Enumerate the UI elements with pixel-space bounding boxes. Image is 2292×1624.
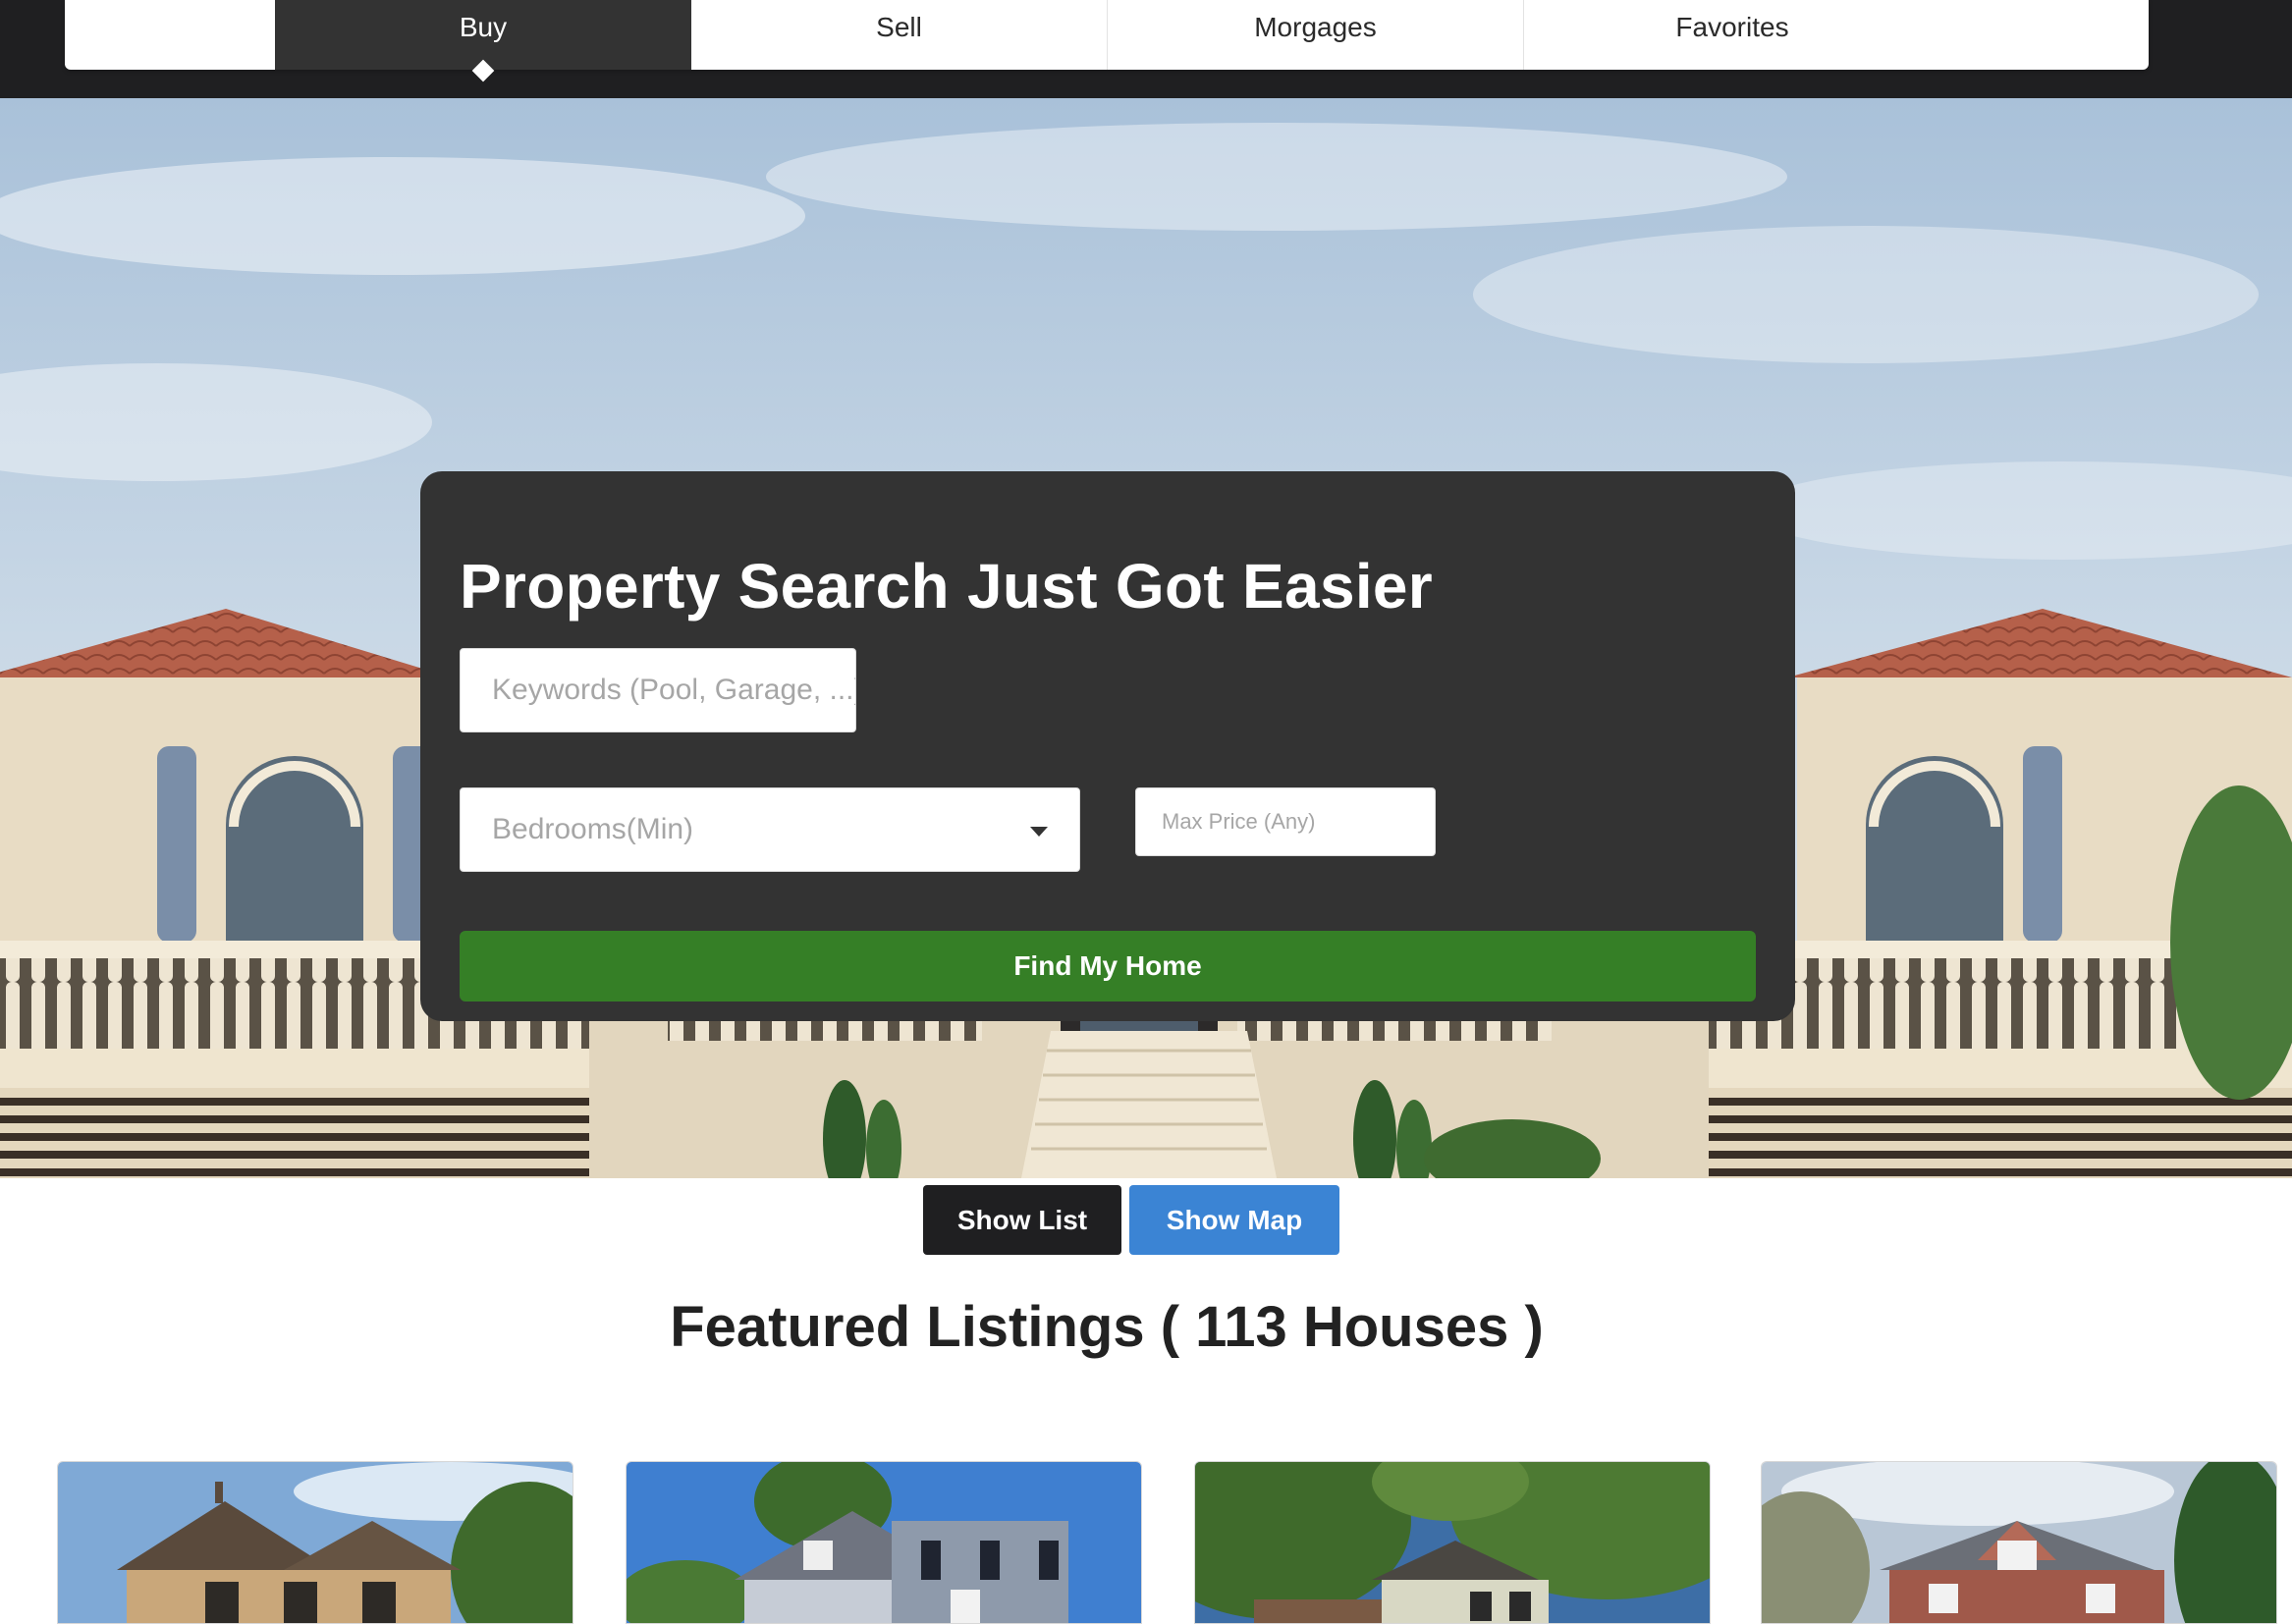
search-panel: Property Search Just Got Easier Keywords… (420, 471, 1795, 1021)
hero-section: Property Search Just Got Easier Keywords… (0, 98, 2292, 1178)
nav-tabs-spacer (65, 0, 275, 70)
search-panel-title: Property Search Just Got Easier (460, 551, 1434, 622)
active-tab-pointer (471, 59, 495, 82)
bedrooms-select[interactable]: Bedrooms(Min) (460, 787, 1080, 872)
keywords-input[interactable]: Keywords (Pool, Garage, ...) (460, 648, 856, 732)
bedrooms-placeholder: Bedrooms(Min) (492, 813, 694, 845)
show-map-button[interactable]: Show Map (1129, 1185, 1339, 1255)
featured-listings-heading: Featured Listings ( 113 Houses ) (670, 1295, 1544, 1359)
nav-tabs: Buy Sell Morgages Favorites (65, 0, 2149, 82)
tab-sell-label: Sell (876, 11, 922, 42)
tab-favorites-label: Favorites (1675, 11, 1789, 42)
listing-photo (627, 1462, 1141, 1623)
tab-mortgages[interactable]: Morgages (1108, 0, 1524, 70)
keywords-placeholder: Keywords (Pool, Garage, ...) (492, 674, 856, 706)
listing-photo (1195, 1462, 1710, 1623)
listing-card[interactable] (626, 1461, 1142, 1624)
tab-buy[interactable]: Buy (275, 0, 691, 82)
tab-sell[interactable]: Sell (691, 0, 1108, 70)
tab-buy-label: Buy (459, 11, 508, 42)
show-list-button[interactable]: Show List (923, 1185, 1121, 1255)
max-price-placeholder: Max Price (Any) (1162, 809, 1316, 834)
listing-card[interactable] (1761, 1461, 2277, 1624)
listing-card[interactable] (57, 1461, 573, 1624)
tab-favorites[interactable]: Favorites (1524, 0, 1940, 70)
max-price-input[interactable]: Max Price (Any) (1135, 787, 1436, 856)
caret-down-icon (1030, 827, 1048, 837)
find-my-home-button[interactable]: Find My Home (460, 931, 1756, 1001)
tab-mortgages-label: Morgages (1254, 11, 1377, 42)
top-nav-bar: Buy Sell Morgages Favorites (0, 0, 2292, 98)
listing-photo (1762, 1462, 2276, 1623)
listing-photo (58, 1462, 573, 1623)
listing-card[interactable] (1194, 1461, 1711, 1624)
